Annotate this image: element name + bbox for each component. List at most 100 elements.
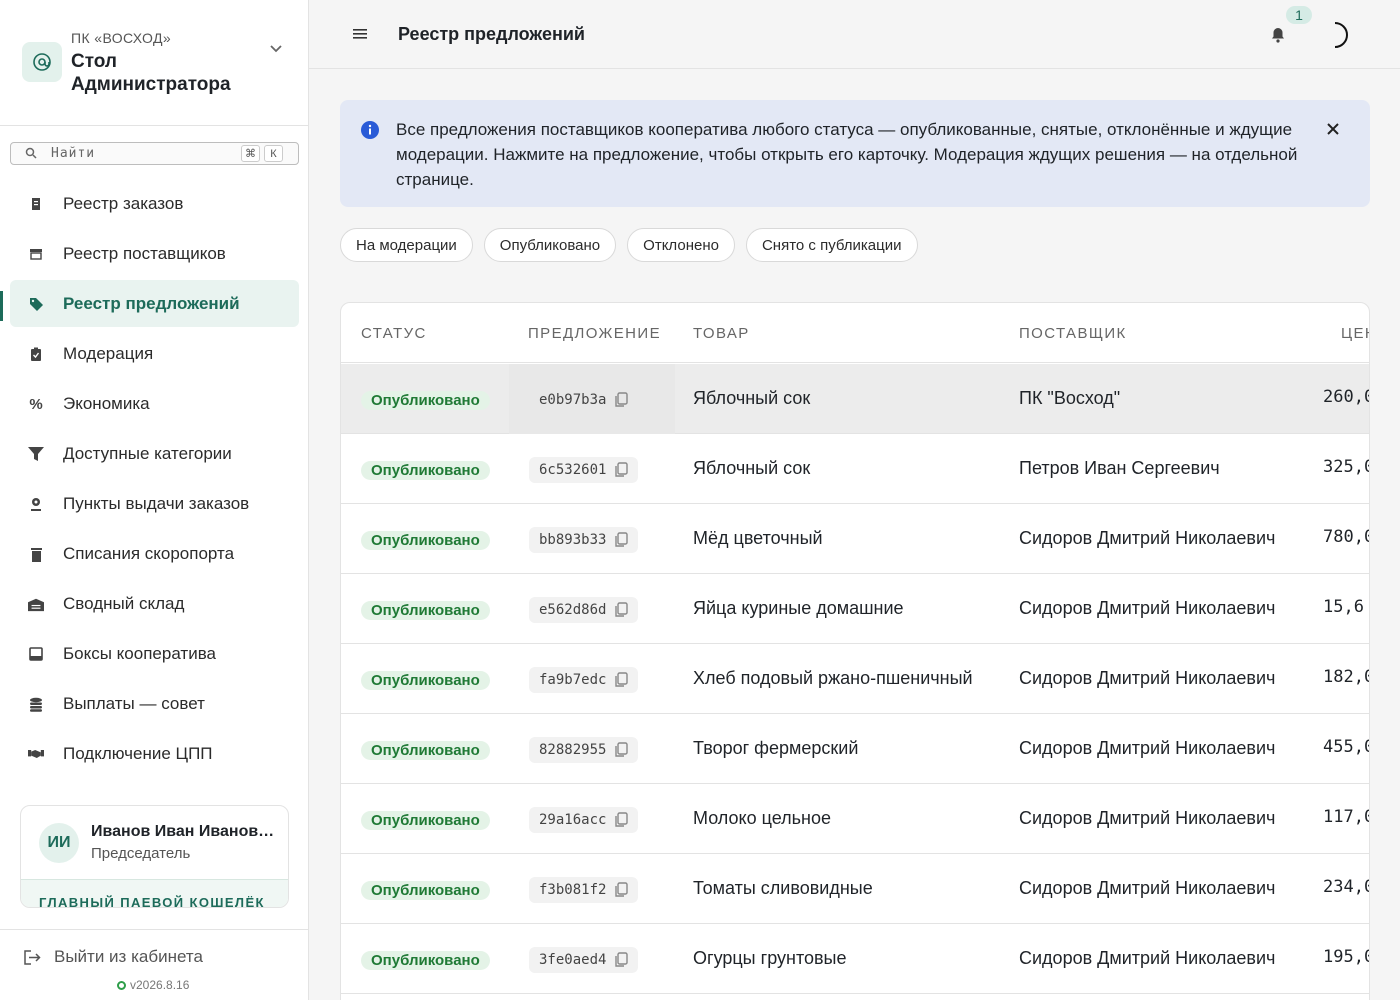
logout-icon <box>24 949 41 965</box>
supplier-name: Сидоров Дмитрий Николаевич <box>1019 808 1276 828</box>
column-header-supplier[interactable]: ПОСТАВЩИК <box>1019 325 1127 342</box>
column-header-price[interactable]: ЦЕН <box>1341 325 1369 342</box>
copy-icon[interactable] <box>614 672 629 688</box>
table-row[interactable]: Опубликовано 3fe0aed4 Огурцы грунтовые Сидо… <box>341 924 1370 994</box>
percent-icon: % <box>29 395 43 413</box>
copy-icon[interactable] <box>614 392 629 408</box>
chevron-down-icon[interactable] <box>268 40 284 56</box>
table-row[interactable]: Опубликовано fa9b7edc Хлеб подовый ржано-п… <box>341 644 1370 714</box>
offer-id: f3b081f2 <box>539 882 607 898</box>
offer-id-chip[interactable]: 3fe0aed4 <box>529 947 639 973</box>
column-header-offer[interactable]: ПРЕДЛОЖЕНИЕ <box>528 325 661 342</box>
offer-id: bb893b33 <box>539 532 607 548</box>
table-header: СТАТУС ПРЕДЛОЖЕНИЕ ТОВАР ПОСТАВЩИК ЦЕН <box>341 303 1369 363</box>
offer-id: e562d86d <box>539 602 607 618</box>
menu-icon[interactable] <box>353 28 367 40</box>
price-value: 455,0 <box>1323 737 1370 757</box>
copy-icon[interactable] <box>614 532 629 548</box>
sidebar-item-boxes[interactable]: Боксы кооператива <box>10 630 299 677</box>
supplier-name: Сидоров Дмитрий Николаевич <box>1019 528 1276 548</box>
location-pin-icon <box>28 496 44 512</box>
sidebar-item-warehouse[interactable]: Сводный склад <box>10 580 299 627</box>
supplier-name: Сидоров Дмитрий Николаевич <box>1019 948 1276 968</box>
table-row[interactable]: Опубликовано 82882955 Творог фермерский Сид… <box>341 714 1370 784</box>
table-row[interactable]: Опубликовано bb893b33 Мёд цветочный Сидоров… <box>341 504 1369 574</box>
status-badge: Опубликовано <box>361 951 490 970</box>
sidebar-item-pickup-points[interactable]: Пункты выдачи заказов <box>10 480 299 527</box>
sidebar-item-label: Пункты выдачи заказов <box>63 493 250 513</box>
sidebar-item-label: Сводный склад <box>63 593 185 613</box>
table-row[interactable]: Опубликовано e562d86d Яйца куриные домашни… <box>341 574 1369 644</box>
copy-icon[interactable] <box>614 462 629 478</box>
copy-icon[interactable] <box>614 882 629 898</box>
price-value: 234,0 <box>1323 877 1370 897</box>
store-icon <box>28 246 44 262</box>
offer-id: fa9b7edc <box>539 672 607 688</box>
offer-id-chip[interactable]: e562d86d <box>529 597 639 623</box>
offer-id-chip[interactable]: e0b97b3a <box>529 387 638 413</box>
sidebar-item-orders[interactable]: Реестр заказов <box>10 180 299 227</box>
close-icon[interactable] <box>1326 122 1340 136</box>
offer-id-chip[interactable]: 29a16acc <box>529 807 639 833</box>
bell-icon[interactable] <box>1271 27 1285 43</box>
moon-icon[interactable] <box>1327 22 1349 48</box>
nav-active-indicator <box>0 291 3 321</box>
wallet-label[interactable]: ГЛАВНЫЙ ПАЕВОЙ КОШЕЛЁК <box>21 879 288 907</box>
offer-id-chip[interactable]: 6c532601 <box>529 457 639 483</box>
sidebar-item-economy[interactable]: % Экономика <box>10 380 299 427</box>
offer-id-chip[interactable]: 82882955 <box>529 737 639 763</box>
divider <box>0 929 309 930</box>
user-name: Иванов Иван Иванович <box>91 823 276 840</box>
status-badge: Опубликовано <box>361 461 490 480</box>
price-value: 195,0 <box>1323 947 1370 967</box>
filter-chip-moderation[interactable]: На модерации <box>340 228 473 262</box>
table-row[interactable]: Опубликовано e0b97b3a Яблочный сок ПК "Восх… <box>341 364 1369 434</box>
sidebar-item-writeoffs[interactable]: Списания скоропорта <box>10 530 299 577</box>
price-value: 325,0 <box>1323 457 1370 477</box>
filter-chip-unpublished[interactable]: Снято с публикации <box>745 228 918 262</box>
product-name: Огурцы грунтовые <box>693 948 847 968</box>
offer-id-chip[interactable]: fa9b7edc <box>529 667 639 693</box>
table-row[interactable]: Опубликовано 6c532601 Яблочный сок Петров И… <box>341 434 1370 504</box>
sidebar-item-cpp[interactable]: Подключение ЦПП <box>10 730 299 777</box>
sidebar-item-label: Реестр заказов <box>63 193 184 213</box>
version-text: v2026.8.16 <box>130 978 190 992</box>
supplier-name: Сидоров Дмитрий Николаевич <box>1019 598 1276 618</box>
org-switcher[interactable]: ПК «ВОСХОД» Стол Администратора <box>0 0 309 126</box>
sidebar-item-label: Реестр поставщиков <box>63 243 226 263</box>
user-card[interactable]: ИИ Иванов Иван Иванович Председатель ГЛА… <box>20 805 289 908</box>
table-row[interactable]: Опубликовано 29a16acc Молоко цельное Сидоро… <box>341 784 1369 854</box>
search-input[interactable] <box>51 144 231 163</box>
offer-id-chip[interactable]: f3b081f2 <box>529 877 639 903</box>
logout-button[interactable]: Выйти из кабинета <box>24 947 203 967</box>
filter-chip-published[interactable]: Опубликовано <box>483 228 617 262</box>
sidebar-item-payouts[interactable]: Выплаты — совет <box>10 680 299 727</box>
sidebar-item-suppliers[interactable]: Реестр поставщиков <box>10 230 299 277</box>
status-badge: Опубликовано <box>361 671 490 690</box>
product-name: Яблочный сок <box>693 388 811 408</box>
sidebar-item-label: Списания скоропорта <box>63 543 235 563</box>
column-header-product[interactable]: ТОВАР <box>693 325 750 342</box>
handshake-icon <box>28 746 44 762</box>
product-name: Яйца куриные домашние <box>693 598 904 618</box>
filter-chip-rejected[interactable]: Отклонено <box>627 228 735 262</box>
table-row[interactable]: Опубликовано f3b081f2 Томаты сливовидные Си… <box>341 854 1370 924</box>
sidebar-item-moderation[interactable]: Модерация <box>10 330 299 377</box>
offer-id-chip[interactable]: bb893b33 <box>529 527 639 553</box>
supplier-name: Сидоров Дмитрий Николаевич <box>1019 738 1276 758</box>
page-title: Реестр предложений <box>398 24 585 44</box>
status-badge: Опубликовано <box>361 601 490 620</box>
copy-icon[interactable] <box>614 952 629 968</box>
sidebar-item-offers[interactable]: Реестр предложений <box>10 280 299 327</box>
price-value: 182,0 <box>1323 667 1370 687</box>
sidebar-item-categories[interactable]: Доступные категории <box>10 430 299 477</box>
tag-icon <box>28 296 44 312</box>
copy-icon[interactable] <box>614 812 629 828</box>
copy-icon[interactable] <box>614 602 629 618</box>
column-header-status[interactable]: СТАТУС <box>361 325 427 342</box>
offers-table: СТАТУС ПРЕДЛОЖЕНИЕ ТОВАР ПОСТАВЩИК ЦЕН О… <box>340 302 1370 1000</box>
status-badge: Опубликовано <box>361 391 490 410</box>
search-box[interactable]: ⌘ К <box>10 142 299 165</box>
copy-icon[interactable] <box>614 742 629 758</box>
offer-id: 82882955 <box>539 742 607 758</box>
